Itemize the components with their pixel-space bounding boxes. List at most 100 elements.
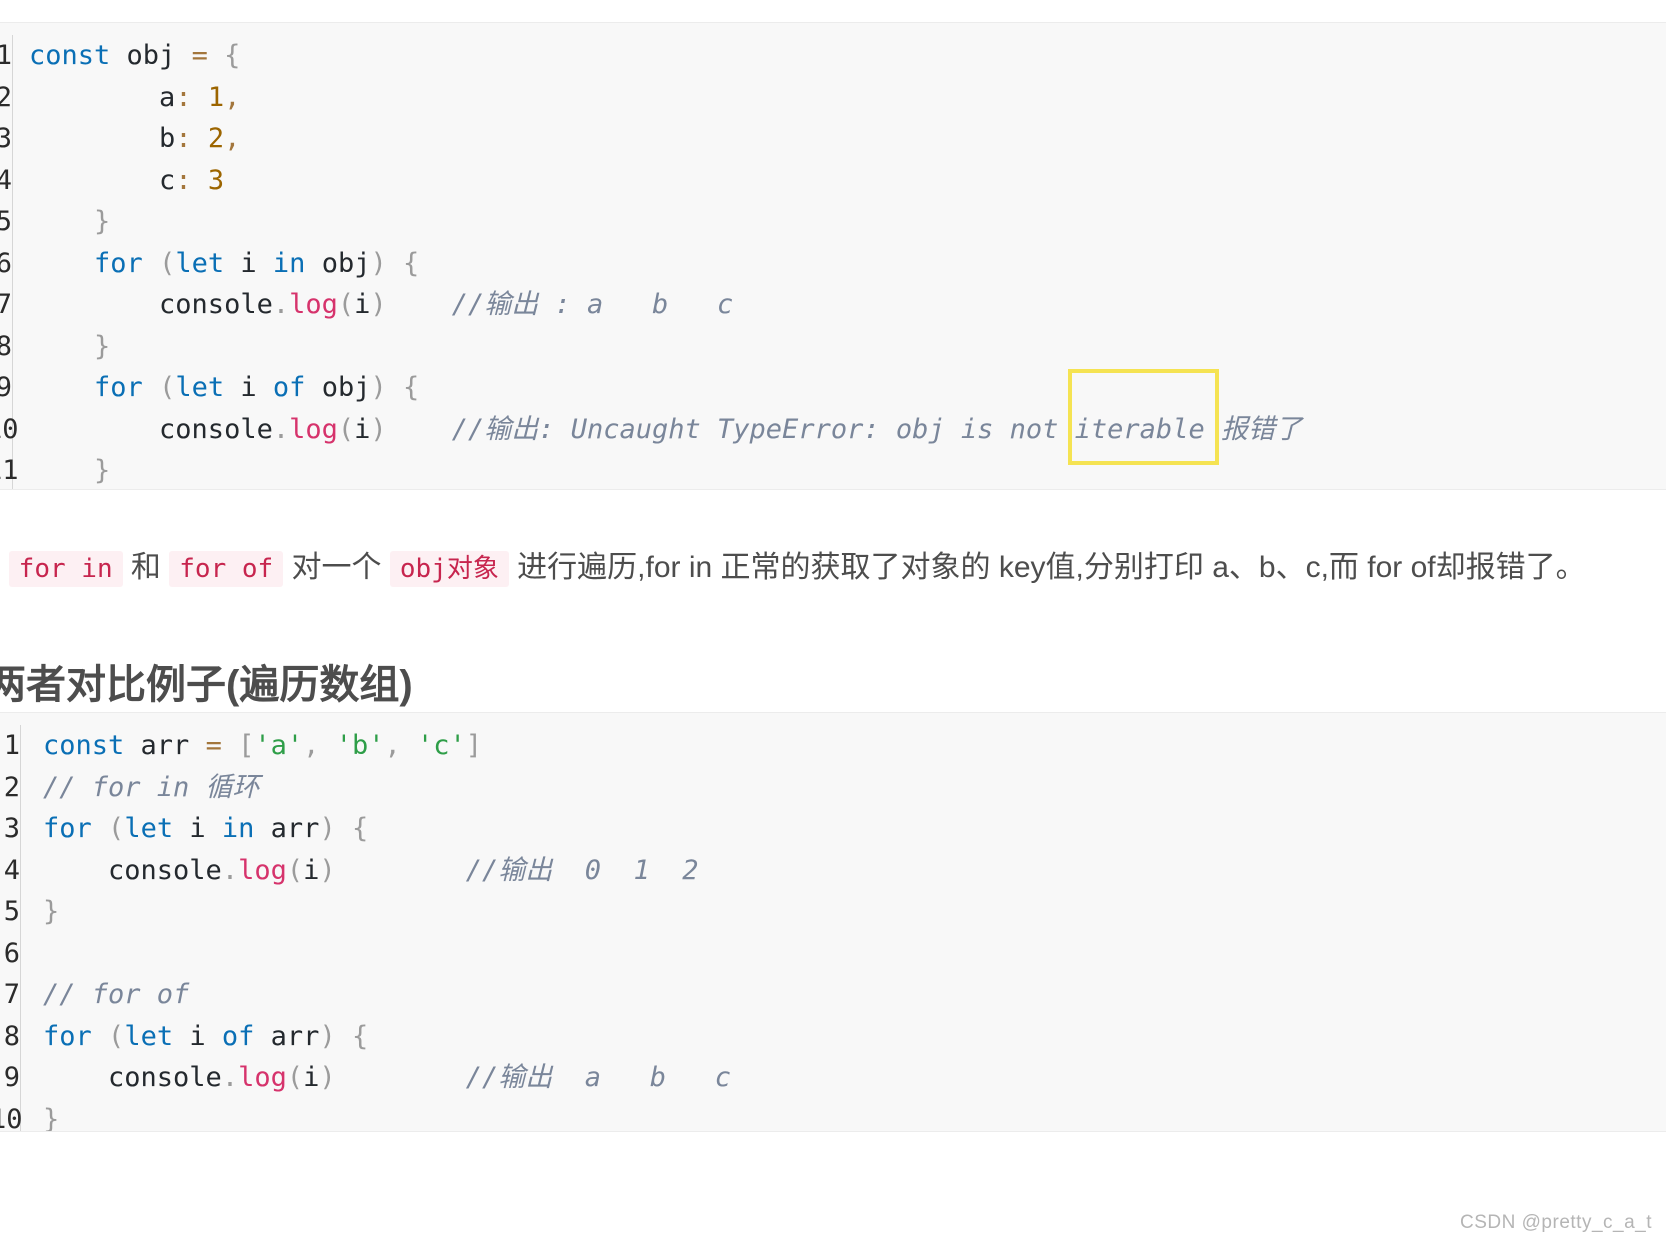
code-token: .: [221, 1062, 239, 1093]
code-token: i: [303, 854, 320, 886]
code-token: (: [108, 1020, 125, 1052]
line-number: 11: [0, 455, 19, 486]
code-token: 'b': [335, 730, 385, 761]
code-token: 3: [207, 164, 225, 196]
code-token: ): [319, 1020, 336, 1052]
code-token: ): [370, 289, 387, 320]
line-number: 10: [0, 413, 19, 445]
line-number: 9: [3, 1062, 20, 1093]
code-line: const arr = ['a', 'b', 'c']: [43, 725, 1666, 767]
line-number: 2: [0, 77, 12, 119]
code-token: ]: [465, 730, 483, 761]
code-token: arr: [140, 730, 190, 761]
explanation-paragraph: : for in 和 for of 对一个 obj对象 进行遍历,for in …: [0, 545, 1666, 592]
paragraph-text: 和: [122, 551, 170, 584]
line-number: 6: [3, 937, 20, 969]
code-token: console: [29, 413, 273, 445]
code-token: (: [108, 813, 125, 844]
line-number: 8: [0, 326, 12, 368]
code-token: console: [43, 854, 222, 886]
code-token: in: [272, 247, 306, 279]
code-token: ): [370, 372, 387, 403]
code-token: 2: [207, 123, 225, 154]
code-token: i: [240, 372, 257, 403]
inline-code-chip: for of: [169, 551, 284, 587]
code-line: // for in 循环: [43, 767, 1666, 809]
code-token: ): [370, 413, 387, 445]
line-number: 9: [0, 367, 12, 409]
code-line: for (let i in obj) {: [29, 243, 1666, 285]
code-token: let: [124, 1020, 174, 1052]
code-token: [: [238, 730, 255, 761]
section-heading: 两者对比例子(遍历数组): [0, 663, 413, 708]
csdn-watermark: CSDN @pretty_c_a_t: [1460, 1212, 1652, 1233]
code-line: for (let i in arr) {: [43, 808, 1666, 850]
code-token: obj: [321, 247, 371, 279]
code-token: of: [272, 372, 306, 403]
code-token: i: [189, 1020, 206, 1052]
code-token: (: [159, 247, 176, 279]
line-number: 1: [3, 730, 20, 761]
code-line: }: [43, 1099, 1666, 1132]
code-token: :: [175, 164, 192, 196]
code-line: console.log(i) //输出 : a b c: [29, 284, 1666, 326]
code-token: i: [303, 1062, 320, 1093]
line-number: 3: [0, 118, 12, 160]
code-line: for (let i of obj) {: [29, 367, 1666, 409]
code-token: obj: [321, 372, 371, 403]
code-token: {: [403, 247, 420, 279]
code-token: //输出 : a b c: [451, 289, 734, 320]
line-number: 5: [3, 896, 20, 927]
code-token: //输出 a b c: [465, 1062, 732, 1093]
code-token: obj: [126, 40, 176, 71]
code-block-object-example[interactable]: 1234567891011 const obj = { a: 1, b: 2, …: [0, 22, 1666, 490]
code-token: }: [29, 206, 111, 237]
code-line: c: 3: [29, 160, 1666, 202]
code-content[interactable]: const arr = ['a', 'b', 'c'] // for in 循环 f…: [21, 725, 1666, 1132]
code-token: {: [403, 372, 420, 403]
code-line: const obj = {: [29, 35, 1666, 77]
code-token: ): [319, 1062, 336, 1093]
code-token: let: [124, 813, 174, 844]
code-token: ): [370, 247, 387, 279]
code-token: }: [29, 455, 111, 486]
code-line: console.log(i) //输出 a b c: [43, 1057, 1666, 1099]
code-block-array-example[interactable]: 1 2 3 4 5 6 7 8 9 10 const arr = ['a', 'b', 'c'] /…: [0, 712, 1666, 1132]
code-token: // for of: [43, 979, 190, 1010]
code-token: .: [272, 413, 290, 445]
code-line: }: [29, 450, 1666, 489]
code-token: :: [175, 81, 192, 113]
code-token: :: [175, 123, 192, 154]
code-content[interactable]: const obj = { a: 1, b: 2, c: 3 } for (le…: [13, 35, 1666, 489]
line-number: 8: [3, 1020, 20, 1052]
code-token: for: [94, 247, 143, 279]
code-token: //输出: Uncaught TypeError: obj is not ite…: [451, 413, 1302, 445]
line-number: 5: [0, 201, 12, 243]
code-token: for: [43, 1020, 92, 1052]
code-token: (: [337, 289, 355, 320]
code-token: {: [351, 813, 369, 844]
code-token: }: [29, 330, 111, 362]
paragraph-text: :: [0, 551, 9, 584]
code-token: (: [286, 854, 304, 886]
code-token: console: [29, 289, 273, 320]
